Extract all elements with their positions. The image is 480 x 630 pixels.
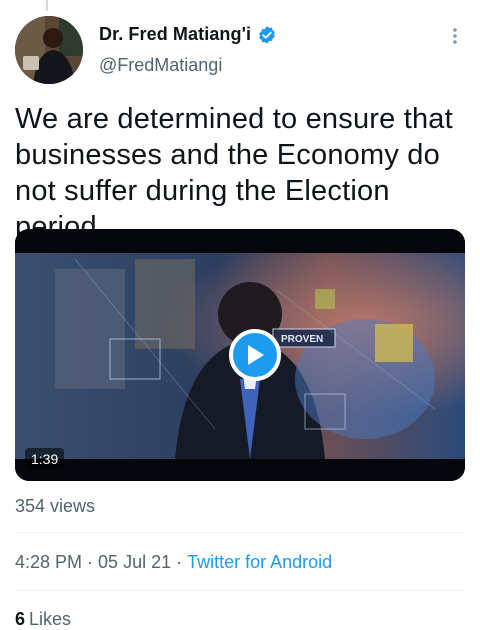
likes-count: 6 — [15, 609, 26, 629]
video-player[interactable]: PROVEN 1:39 — [15, 229, 465, 481]
view-count: 354 views — [15, 496, 96, 516]
divider — [15, 590, 465, 591]
likes-label: Likes — [29, 609, 72, 629]
separator-dot: · — [87, 552, 94, 572]
tweet-metadata: 4:28 PM · 05 Jul 21 · Twitter for Android — [15, 552, 332, 573]
author-display-name[interactable]: Dr. Fred Matiang'i — [99, 24, 251, 45]
play-icon — [248, 345, 264, 365]
avatar-image — [15, 16, 83, 84]
verified-badge-icon — [259, 25, 275, 44]
tweet-time[interactable]: 4:28 PM — [15, 552, 82, 572]
more-options-icon[interactable] — [445, 26, 465, 46]
video-overlay-text: PROVEN — [281, 334, 323, 345]
separator-dot: · — [176, 552, 183, 572]
video-duration: 1:39 — [25, 448, 65, 470]
divider — [15, 532, 465, 533]
thread-connector-line — [46, 0, 48, 11]
tweet-source-link[interactable]: Twitter for Android — [187, 552, 332, 572]
avatar[interactable] — [15, 16, 83, 84]
author-handle[interactable]: @FredMatiangi — [99, 55, 222, 76]
tweet-text: We are determined to ensure that busines… — [15, 103, 453, 243]
tweet-date[interactable]: 05 Jul 21 — [98, 552, 171, 572]
play-button[interactable] — [229, 329, 281, 381]
